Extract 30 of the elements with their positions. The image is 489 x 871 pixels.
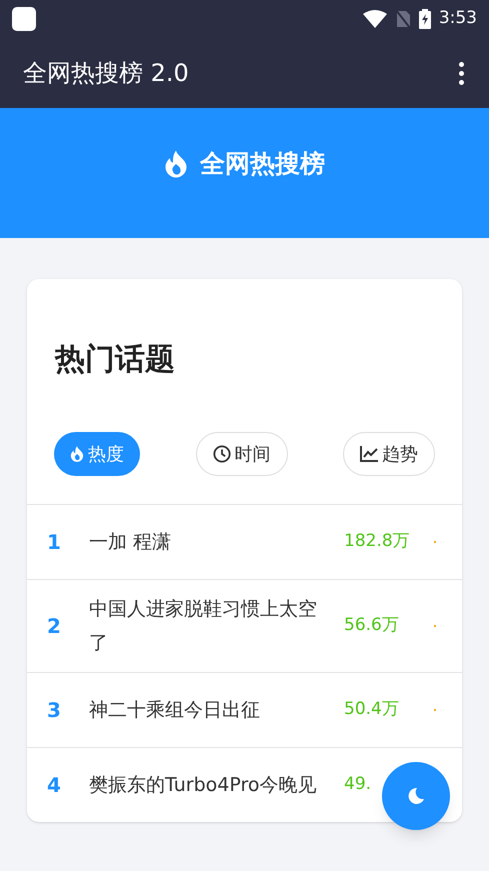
sort-tab[interactable]: 趋势 <box>343 432 435 476</box>
rank-number: 2 <box>47 613 62 640</box>
wifi-icon <box>362 10 387 28</box>
rank-number: 1 <box>47 529 62 556</box>
topic-row[interactable]: 1 一加 程潇 182.8万 <box>27 504 462 579</box>
topic-title: 一加 程潇 <box>89 530 172 555</box>
clock-icon <box>212 445 230 463</box>
topic-title: 中国人进家脱鞋习惯上太空了 <box>89 597 317 656</box>
banner-title: 全网热搜榜 <box>200 148 325 180</box>
heat-value: 182.8万 <box>344 530 411 554</box>
flame-icon <box>164 150 188 178</box>
card-title: 热门话题 <box>55 342 175 377</box>
heat-value: 49. <box>344 773 372 796</box>
clock-time: 3:53 <box>438 7 477 30</box>
app-title: 全网热搜榜 2.0 <box>23 58 189 89</box>
topic-title: 神二十乘组今日出征 <box>89 698 261 723</box>
battery-charging-icon <box>418 9 431 29</box>
topic-row[interactable]: 3 神二十乘组今日出征 50.4万 <box>27 672 462 747</box>
flame-icon <box>70 446 84 462</box>
rank-number: 3 <box>47 697 62 724</box>
trend-chart-icon <box>360 446 378 462</box>
app-notification-icon <box>12 7 36 31</box>
topic-row[interactable]: 2 中国人进家脱鞋习惯上太空了 56.6万 <box>27 579 462 672</box>
moon-icon <box>407 787 425 805</box>
sort-tab[interactable]: 时间 <box>196 432 288 476</box>
topic-title: 樊振东的Turbo4Pro今晚见 <box>89 773 317 798</box>
heat-value: 50.4万 <box>344 698 400 722</box>
heat-value: 56.6万 <box>344 614 400 638</box>
no-sim-icon <box>394 9 411 29</box>
rank-number: 4 <box>47 772 62 799</box>
